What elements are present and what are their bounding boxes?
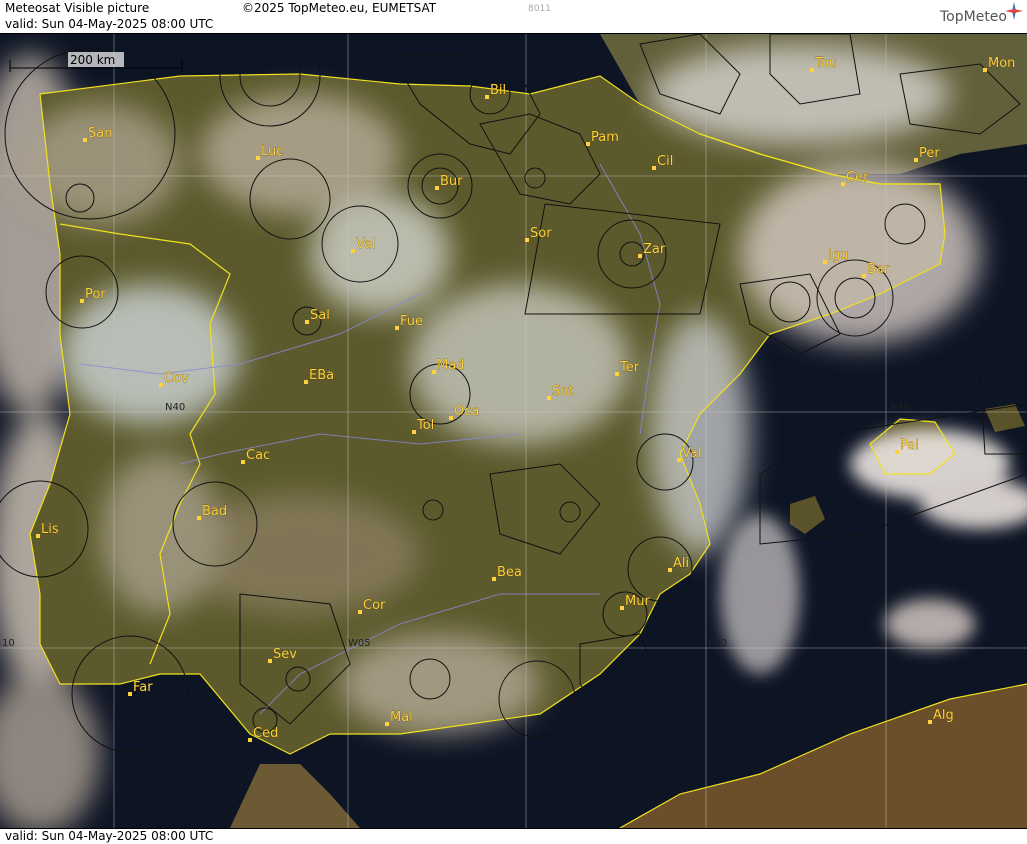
city-label[interactable]: Zar — [643, 242, 666, 257]
footer-valid-time: valid: Sun 04-May-2025 08:00 UTC — [5, 829, 214, 843]
city-dot[interactable] — [677, 458, 681, 462]
city-dot[interactable] — [36, 534, 40, 538]
city-dot[interactable] — [304, 380, 308, 384]
city-dot[interactable] — [586, 142, 590, 146]
city-label[interactable]: Mur — [625, 594, 651, 609]
city-label[interactable]: Ter — [619, 360, 640, 375]
grid-label-n40-east: N40 — [890, 402, 910, 413]
city-dot[interactable] — [432, 370, 436, 374]
city-label[interactable]: Sot — [552, 384, 574, 399]
city-dot[interactable] — [525, 238, 529, 242]
city-dot[interactable] — [615, 372, 619, 376]
city-label[interactable]: Pal — [900, 438, 919, 453]
city-dot[interactable] — [841, 182, 845, 186]
city-dot[interactable] — [449, 416, 453, 420]
city-dot[interactable] — [395, 326, 399, 330]
city-label[interactable]: Cac — [246, 448, 271, 463]
city-dot[interactable] — [83, 138, 87, 142]
city-dot[interactable] — [547, 396, 551, 400]
city-label[interactable]: Mad — [437, 358, 465, 373]
city-dot[interactable] — [128, 692, 132, 696]
city-label[interactable]: Bea — [497, 565, 522, 580]
city-label[interactable]: Lis — [41, 522, 59, 537]
city-dot[interactable] — [358, 610, 362, 614]
city-label[interactable]: Sev — [273, 647, 298, 662]
valid-time: valid: Sun 04-May-2025 08:00 UTC — [5, 17, 214, 31]
city-label[interactable]: Bad — [202, 504, 228, 519]
grid-label-w05: W05 — [348, 638, 371, 649]
city-dot[interactable] — [80, 299, 84, 303]
city-label[interactable]: Mal — [390, 710, 413, 725]
city-label[interactable]: Fue — [400, 314, 423, 329]
city-dot[interactable] — [248, 738, 252, 742]
city-label[interactable]: Tol — [416, 418, 435, 433]
city-label[interactable]: Oca — [454, 404, 480, 419]
city-dot[interactable] — [305, 320, 309, 324]
map-canvas[interactable]: N40 N40 W05 E00 10 200 km Bil Pam Cil Tou Mo… — [0, 34, 1027, 828]
city-dot[interactable] — [914, 158, 918, 162]
city-dot[interactable] — [351, 249, 355, 253]
satellite-map[interactable]: N40 N40 W05 E00 10 200 km Bil Pam Cil Tou Mo… — [0, 34, 1027, 828]
compass-icon — [1005, 2, 1023, 20]
city-dot[interactable] — [485, 95, 489, 99]
grid-label-e00: E00 — [708, 638, 727, 649]
city-dot[interactable] — [256, 156, 260, 160]
city-label[interactable]: Cer — [846, 170, 869, 185]
city-dot[interactable] — [159, 383, 163, 387]
city-label[interactable]: Per — [919, 146, 941, 161]
city-label[interactable]: Bil — [490, 83, 507, 98]
grid-label-w10: 10 — [2, 638, 15, 649]
topmeteo-logo[interactable]: TopMeteo — [940, 2, 1023, 25]
scale-label: 200 km — [70, 53, 115, 67]
city-label[interactable]: Val — [682, 446, 702, 461]
city-label[interactable]: Luc — [261, 144, 284, 159]
city-label[interactable]: Val — [356, 237, 376, 252]
city-dot[interactable] — [895, 450, 899, 454]
city-label[interactable]: Tou — [814, 56, 837, 71]
city-dot[interactable] — [241, 460, 245, 464]
city-label[interactable]: Mon — [988, 56, 1016, 71]
map-title: Meteosat Visible picture — [5, 1, 150, 15]
brand-name: TopMeteo — [940, 9, 1007, 25]
map-header: Meteosat Visible picture ©2025 TopMeteo.… — [0, 0, 1027, 34]
map-footer: valid: Sun 04-May-2025 08:00 UTC — [0, 828, 1027, 844]
city-dot[interactable] — [268, 659, 272, 663]
city-label[interactable]: Cor — [363, 598, 386, 613]
city-label[interactable]: Ced — [253, 726, 279, 741]
city-label[interactable]: Pam — [591, 130, 619, 145]
city-label[interactable]: Ali — [673, 556, 690, 571]
city-dot[interactable] — [385, 722, 389, 726]
city-label[interactable]: Far — [133, 680, 154, 695]
city-label[interactable]: EBa — [309, 368, 335, 383]
city-dot[interactable] — [652, 166, 656, 170]
copyright-text: ©2025 TopMeteo.eu, EUMETSAT — [242, 1, 437, 15]
city-dot[interactable] — [197, 516, 201, 520]
city-dot[interactable] — [435, 186, 439, 190]
product-code: 8011 — [528, 4, 551, 14]
city-dot[interactable] — [412, 430, 416, 434]
city-label[interactable]: Cov — [164, 371, 189, 386]
city-label[interactable]: Cil — [657, 154, 674, 169]
city-label[interactable]: Bar — [867, 262, 890, 277]
city-dot[interactable] — [810, 68, 814, 72]
city-dot[interactable] — [928, 720, 932, 724]
city-label[interactable]: Sor — [530, 226, 553, 241]
city-label[interactable]: Por — [85, 287, 107, 302]
grid-label-n40-west: N40 — [165, 402, 185, 413]
city-dot[interactable] — [668, 568, 672, 572]
city-dot[interactable] — [620, 606, 624, 610]
city-dot[interactable] — [492, 577, 496, 581]
city-label[interactable]: San — [88, 126, 113, 141]
city-dot[interactable] — [638, 254, 642, 258]
city-label[interactable]: Alg — [933, 708, 954, 723]
city-dot[interactable] — [862, 274, 866, 278]
city-label[interactable]: Bur — [440, 174, 464, 189]
city-label[interactable]: Igu — [828, 248, 849, 263]
city-dot[interactable] — [823, 260, 827, 264]
city-label[interactable]: Sal — [310, 308, 330, 323]
city-dot[interactable] — [983, 68, 987, 72]
